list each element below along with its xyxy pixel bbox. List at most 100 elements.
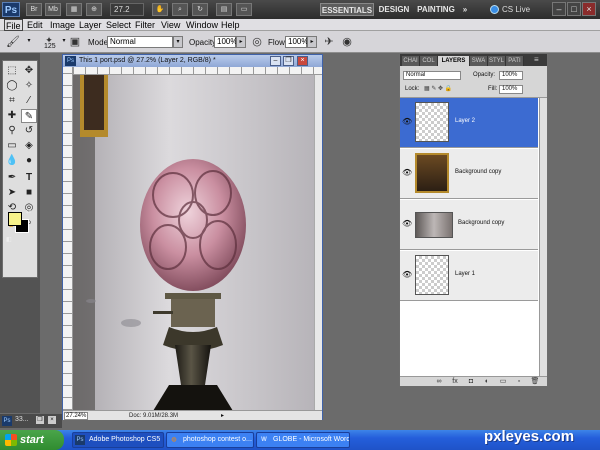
trash-icon[interactable]: 🗑 <box>530 377 540 386</box>
rotate-view-icon[interactable]: ↻ <box>192 3 208 16</box>
mask-icon[interactable]: ◘ <box>466 377 476 386</box>
taskbar-photoshop[interactable]: Adobe Photoshop CS5 <box>72 432 164 448</box>
mode-select-arrow[interactable]: ▾ <box>173 36 183 48</box>
blend-mode-select[interactable]: Normal <box>403 71 461 80</box>
zoom-tool-icon[interactable]: ⌕ <box>172 3 188 16</box>
opacity-arrow[interactable]: ▸ <box>236 36 246 48</box>
status-menu-arrow[interactable]: ▸ <box>221 412 224 419</box>
visibility-eye-icon[interactable]: 👁 <box>402 270 412 279</box>
healing-brush-icon[interactable]: ✚ <box>4 109 20 123</box>
document-zoom-field[interactable]: 27.24% <box>64 412 88 420</box>
tab-styles[interactable]: STYL <box>488 56 506 66</box>
arrange-documents-icon[interactable]: ▤ <box>216 3 232 16</box>
default-colors-icon[interactable]: ◧ <box>6 236 14 243</box>
bridge-icon[interactable]: Br <box>26 3 42 16</box>
lock-icons[interactable]: ▦ ✎ ✥ 🔒 <box>424 85 452 94</box>
adjustment-icon[interactable]: ◐ <box>482 377 492 386</box>
fill-field[interactable]: 100% <box>499 85 523 94</box>
menu-file[interactable]: File <box>4 19 23 31</box>
tab-channels[interactable]: CHAI <box>402 56 420 66</box>
workspace-design[interactable]: DESIGN <box>378 3 410 16</box>
folder-icon[interactable]: ▭ <box>498 377 508 386</box>
menu-layer[interactable]: Layer <box>78 19 103 31</box>
layer-row[interactable]: 👁 Layer 1 <box>400 251 538 301</box>
brush-tool-icon[interactable]: 🖌 <box>6 35 20 49</box>
hand-tool-icon[interactable]: ✋ <box>152 3 168 16</box>
menu-window[interactable]: Window <box>185 19 219 31</box>
layer-row[interactable]: 👁 Layer 2 <box>400 98 538 148</box>
opacity-field[interactable]: 100% <box>214 36 237 48</box>
tab-paths[interactable]: PATI <box>506 56 524 66</box>
document-canvas[interactable] <box>73 75 314 411</box>
dodge-tool-icon[interactable]: ● <box>21 154 37 168</box>
guides-icon[interactable]: ▦ <box>66 3 82 16</box>
minimize-button[interactable]: – <box>552 2 566 16</box>
layer-row[interactable]: 👁 Background copy <box>400 149 538 199</box>
workspace-essentials[interactable]: ESSENTIALS <box>320 3 374 16</box>
layers-scrollbar[interactable] <box>539 98 547 376</box>
workspace-more-button[interactable]: » <box>458 3 472 16</box>
close-icon[interactable]: × <box>48 416 56 424</box>
restore-icon[interactable]: ❐ <box>36 416 44 424</box>
history-brush-icon[interactable]: ↺ <box>21 124 37 138</box>
document-vertical-scrollbar[interactable] <box>314 75 322 411</box>
pressure-opacity-icon[interactable]: ◎ <box>250 35 264 49</box>
brush-tool-icon-active[interactable]: ✎ <box>21 109 37 123</box>
taskbar-word[interactable]: GLOBE - Microsoft Word <box>256 432 350 448</box>
path-selection-icon[interactable]: ➤ <box>4 186 20 200</box>
close-button[interactable]: × <box>582 2 596 16</box>
airbrush-icon[interactable]: ✈ <box>322 35 336 49</box>
visibility-eye-icon[interactable]: 👁 <box>402 117 412 126</box>
minimized-document-tab[interactable]: Ps 33... ❐ × <box>0 414 62 428</box>
tab-swatches[interactable]: SWA <box>470 56 488 66</box>
new-layer-icon[interactable]: ▫ <box>514 377 524 386</box>
doc-close-button[interactable]: × <box>297 56 308 66</box>
menu-view[interactable]: View <box>160 19 181 31</box>
menu-help[interactable]: Help <box>220 19 241 31</box>
doc-minimize-button[interactable]: – <box>270 56 281 66</box>
workspace-painting[interactable]: PAINTING <box>416 3 456 16</box>
maximize-button[interactable]: □ <box>567 2 581 16</box>
shape-tool-icon[interactable]: ■ <box>21 186 37 200</box>
visibility-eye-icon[interactable]: 👁 <box>402 168 412 177</box>
flow-arrow[interactable]: ▸ <box>307 36 317 48</box>
screen-mode-icon[interactable]: ▭ <box>236 3 252 16</box>
visibility-eye-icon[interactable]: 👁 <box>402 219 412 228</box>
zoom-preset-icon[interactable]: ⊕ <box>86 3 102 16</box>
doc-restore-button[interactable]: ❐ <box>283 56 294 66</box>
clone-stamp-icon[interactable]: ⚲ <box>4 124 20 138</box>
pressure-size-icon[interactable]: ◉ <box>340 35 354 49</box>
foreground-color-swatch[interactable] <box>8 212 22 226</box>
zoom-level-select[interactable]: 27.2 <box>110 3 144 16</box>
paint-bucket-icon[interactable]: ◈ <box>21 139 37 153</box>
fx-icon[interactable]: fx <box>450 377 460 386</box>
blur-tool-icon[interactable]: 💧 <box>4 154 20 168</box>
flow-field[interactable]: 100% <box>285 36 308 48</box>
type-tool-icon[interactable]: T <box>21 171 37 185</box>
pen-tool-icon[interactable]: ✒ <box>4 171 20 185</box>
horizontal-ruler[interactable] <box>73 67 322 75</box>
cs-live-button[interactable]: CS Live <box>488 3 542 16</box>
document-size-info[interactable]: Doc: 9.01M/28.3M <box>129 412 178 420</box>
tool-preset-arrow[interactable]: ▾ <box>24 36 34 48</box>
crop-tool-icon[interactable]: ⌗ <box>4 94 20 108</box>
move-tool-icon[interactable]: ✥ <box>21 64 37 78</box>
menu-edit[interactable]: Edit <box>26 19 44 31</box>
panel-menu-icon[interactable]: ≡ <box>534 55 539 64</box>
menu-image[interactable]: Image <box>49 19 76 31</box>
eyedropper-icon[interactable]: ⁄ <box>21 94 37 108</box>
tab-layers[interactable]: LAYERS <box>438 56 470 66</box>
link-icon[interactable]: ∞ <box>434 377 444 386</box>
eraser-icon[interactable]: ▭ <box>4 139 20 153</box>
swap-colors-icon[interactable]: ⇄ <box>26 208 34 215</box>
layer-opacity-field[interactable]: 100% <box>499 71 523 80</box>
menu-select[interactable]: Select <box>105 19 132 31</box>
mode-select[interactable]: Normal <box>107 36 173 48</box>
layer-row[interactable]: 👁 Background copy <box>400 200 538 250</box>
vertical-ruler[interactable] <box>63 67 73 410</box>
taskbar-browser[interactable]: photoshop contest o... <box>166 432 254 448</box>
magic-wand-icon[interactable]: ✧ <box>21 79 37 93</box>
document-title-bar[interactable]: Ps This 1 port.psd @ 27.2% (Layer 2, RGB… <box>63 55 322 67</box>
menu-filter[interactable]: Filter <box>134 19 156 31</box>
lasso-tool-icon[interactable]: ◯ <box>4 79 20 93</box>
